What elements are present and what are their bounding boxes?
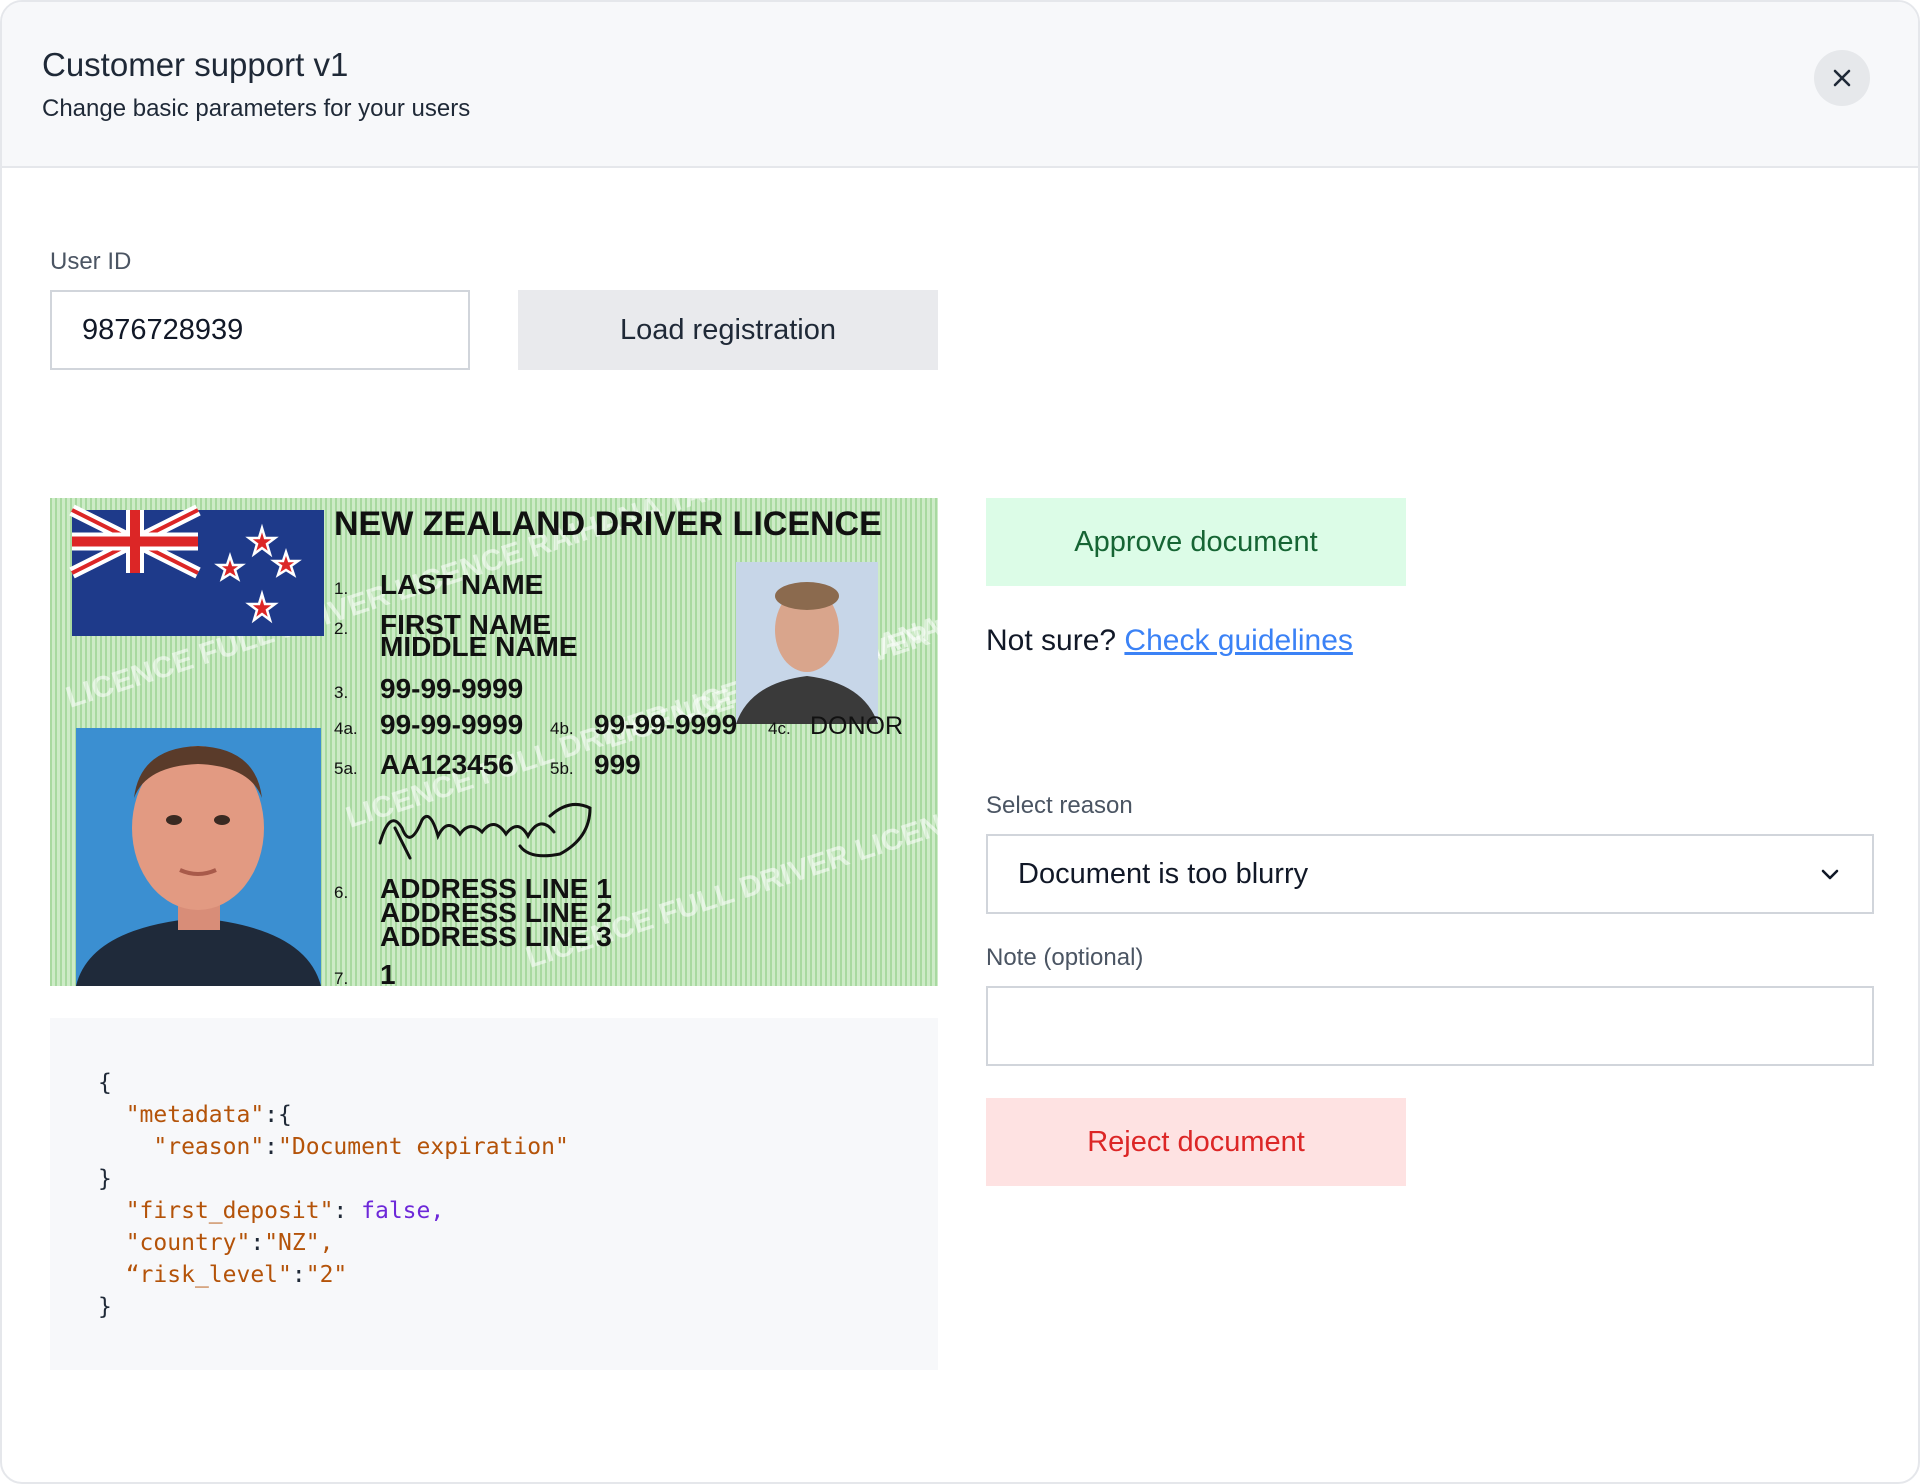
svg-text:5a.: 5a. <box>334 759 358 778</box>
approve-document-button[interactable]: Approve document <box>986 498 1406 586</box>
reason-select-value: Document is too blurry <box>1018 857 1309 890</box>
modal-subtitle: Change basic parameters for your users <box>42 95 471 122</box>
license-small-photo <box>736 562 878 724</box>
close-button[interactable] <box>1814 50 1870 106</box>
modal-title: Customer support v1 <box>42 46 349 83</box>
code-line: "metadata":{ <box>125 1102 292 1128</box>
note-input[interactable] <box>986 986 1874 1066</box>
license-photo <box>76 728 321 986</box>
reason-select[interactable]: Document is too blurry <box>986 834 1874 914</box>
svg-text:4c.: 4c. <box>768 719 791 738</box>
svg-text:3.: 3. <box>334 683 348 702</box>
svg-text:2.: 2. <box>334 619 348 638</box>
svg-text:AA123456: AA123456 <box>380 749 514 780</box>
nz-flag-icon <box>69 504 324 636</box>
modal-header: Customer support v1 Change basic paramet… <box>2 2 1918 168</box>
code-line: } <box>98 1166 112 1192</box>
user-id-input[interactable] <box>50 290 470 370</box>
license-header: NEW ZEALAND DRIVER LICENCE <box>334 505 882 543</box>
code-line: "reason":"Document expiration" <box>153 1134 569 1160</box>
svg-text:1.: 1. <box>334 579 348 598</box>
code-line: } <box>98 1294 112 1320</box>
not-sure-text: Not sure? <box>986 624 1117 657</box>
chevron-down-icon <box>1821 869 1839 880</box>
code-line: { <box>98 1070 112 1096</box>
load-registration-button[interactable]: Load registration <box>518 290 938 370</box>
svg-text:99-99-9999: 99-99-9999 <box>380 673 523 704</box>
code-line: "country":"NZ", <box>125 1230 334 1256</box>
svg-text:5b.: 5b. <box>550 759 574 778</box>
svg-text:4b.: 4b. <box>550 719 574 738</box>
reject-document-button[interactable]: Reject document <box>986 1098 1406 1186</box>
svg-text:ADDRESS LINE 3: ADDRESS LINE 3 <box>380 921 612 952</box>
svg-text:1: 1 <box>380 959 396 986</box>
user-id-label: User ID <box>50 248 132 275</box>
code-line: “risk_level":"2" <box>125 1262 348 1288</box>
check-guidelines-link[interactable]: Check guidelines <box>1124 624 1352 657</box>
customer-support-modal: Customer support v1 Change basic paramet… <box>0 0 1920 1484</box>
note-label: Note (optional) <box>986 944 1144 971</box>
svg-text:99-99-9999: 99-99-9999 <box>594 709 737 740</box>
svg-text:MIDDLE NAME: MIDDLE NAME <box>380 631 578 662</box>
close-icon <box>1833 69 1851 87</box>
driver-license-image: LICENCE FULL DRIVER LICENCE RAIHANA TARA… <box>50 498 938 986</box>
svg-text:6.: 6. <box>334 883 348 902</box>
svg-text:DONOR: DONOR <box>810 712 903 740</box>
guidelines-prompt: Not sure? Check guidelines <box>986 624 1353 658</box>
svg-text:4a.: 4a. <box>334 719 358 738</box>
metadata-code-block: { "metadata":{ "reason":"Document expira… <box>50 1018 938 1370</box>
svg-text:99-99-9999: 99-99-9999 <box>380 709 523 740</box>
code-line: "first_deposit": false, <box>125 1198 445 1224</box>
svg-text:LAST NAME: LAST NAME <box>380 569 543 600</box>
svg-text:999: 999 <box>594 749 641 780</box>
svg-text:7.: 7. <box>334 969 348 986</box>
select-reason-label: Select reason <box>986 792 1133 819</box>
